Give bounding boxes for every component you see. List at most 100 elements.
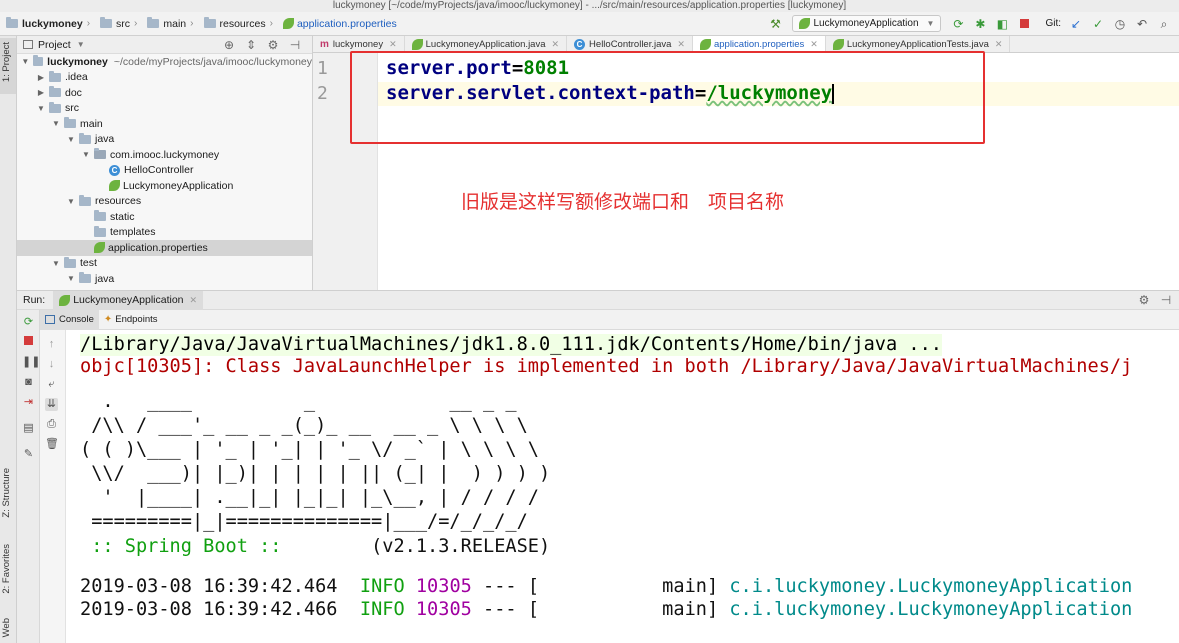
- folder-icon: [32, 55, 44, 67]
- project-view-selector[interactable]: Project: [38, 39, 71, 51]
- spring-boot-version-line: :: Spring Boot :: (v2.1.3.RELEASE): [80, 536, 551, 557]
- tree-item[interactable]: ▼ luckymoney ~/code/myProjects/java/imooc/…: [17, 54, 312, 70]
- tab-console[interactable]: Console: [40, 309, 99, 330]
- tree-item[interactable]: ▶ .idea: [17, 70, 312, 86]
- web-tool-button[interactable]: Web: [1, 618, 12, 637]
- tree-item[interactable]: ▶ doc: [17, 85, 312, 101]
- folder-icon: [94, 210, 106, 222]
- structure-tool-button[interactable]: Z: Structure: [1, 468, 12, 518]
- git-revert-icon[interactable]: ↶: [1135, 17, 1149, 31]
- project-panel-header: Project ▼ ⊕ ⇕ ⚙ ⊣: [17, 36, 312, 54]
- spring-leaf-icon: [699, 38, 711, 50]
- left-tool-strip: 1: Project Z: Structure 2: Favorites Web: [0, 36, 17, 643]
- tree-item[interactable]: static: [17, 209, 312, 225]
- editor-tab[interactable]: LuckymoneyApplicationTests.java ✕: [826, 36, 1011, 52]
- git-update-icon[interactable]: ↙: [1069, 17, 1083, 31]
- editor-tab[interactable]: m luckymoney ✕: [313, 36, 405, 52]
- chevron-down-icon[interactable]: ▼: [66, 135, 76, 144]
- chevron-right-icon[interactable]: ▶: [36, 73, 46, 82]
- arrow-down-icon[interactable]: ↓: [45, 358, 58, 371]
- run-toolbar-primary: ⟳ ❚❚ ◙ ⇥ ▤ ✎: [17, 310, 40, 643]
- gear-icon[interactable]: ⚙: [266, 38, 280, 52]
- run-configuration-select[interactable]: LuckymoneyApplication ▼: [792, 15, 942, 32]
- chevron-down-icon[interactable]: ▼: [36, 104, 46, 113]
- arrow-up-icon[interactable]: ↑: [45, 338, 58, 351]
- layout-icon[interactable]: ▤: [22, 422, 35, 435]
- tree-item[interactable]: templates: [17, 225, 312, 241]
- close-icon[interactable]: ✕: [677, 39, 685, 50]
- tree-item[interactable]: ▼ test: [17, 256, 312, 272]
- git-history-icon[interactable]: ◷: [1113, 17, 1127, 31]
- spring-class-icon: [799, 18, 811, 29]
- locate-icon[interactable]: ⊕: [222, 38, 236, 52]
- project-tool-button[interactable]: 1: Project: [1, 42, 12, 82]
- highlight-box: [350, 51, 985, 144]
- close-icon[interactable]: ✕: [190, 295, 198, 306]
- tree-item-label: java: [95, 133, 115, 146]
- hide-panel-icon[interactable]: ⊣: [288, 38, 302, 52]
- navigation-bar: luckymoney › src › main › resources › applic…: [0, 12, 1179, 36]
- pin-icon[interactable]: ✎: [22, 448, 35, 461]
- annotation-text: 旧版是这样写额修改端口和 项目名称: [461, 191, 785, 213]
- collapse-icon[interactable]: ⇕: [244, 38, 258, 52]
- chevron-right-icon[interactable]: ▶: [36, 88, 46, 97]
- tree-item[interactable]: ▼ java: [17, 271, 312, 287]
- tree-item[interactable]: ▼ main: [17, 116, 312, 132]
- exit-icon[interactable]: ⇥: [22, 396, 35, 409]
- coverage-icon[interactable]: ◧: [995, 17, 1009, 31]
- hide-panel-icon[interactable]: ⊣: [1159, 293, 1173, 307]
- git-commit-icon[interactable]: ✓: [1091, 17, 1105, 31]
- stop-icon[interactable]: [22, 336, 35, 349]
- banner-line: /\\ / ___'_ __ _ _(_)_ __ __ _ \ \ \ \: [80, 415, 528, 436]
- debug-icon[interactable]: ✱: [973, 17, 987, 31]
- tree-item[interactable]: C HelloController: [17, 163, 312, 179]
- rerun-icon[interactable]: ⟳: [22, 316, 35, 329]
- breadcrumb-src[interactable]: src ›: [94, 17, 141, 30]
- tab-endpoints[interactable]: ✦ Endpoints: [99, 310, 163, 330]
- tree-item[interactable]: ▼ resources: [17, 194, 312, 210]
- scroll-to-end-icon[interactable]: ⇊: [45, 398, 58, 411]
- close-icon[interactable]: ✕: [389, 39, 397, 50]
- tree-item[interactable]: ▼ com.imooc.luckymoney: [17, 147, 312, 163]
- close-icon[interactable]: ✕: [810, 39, 818, 50]
- chevron-down-icon[interactable]: ▼: [51, 119, 61, 128]
- chevron-down-icon[interactable]: ▼: [81, 150, 91, 159]
- editor-tab[interactable]: C HelloController.java ✕: [567, 36, 693, 52]
- console-output[interactable]: /Library/Java/JavaVirtualMachines/jdk1.8…: [66, 330, 1179, 643]
- tree-item[interactable]: ▼ java: [17, 132, 312, 148]
- editor-tab[interactable]: LuckymoneyApplication.java ✕: [405, 36, 568, 52]
- tree-item[interactable]: LuckymoneyApplication: [17, 178, 312, 194]
- trash-icon[interactable]: 🗑: [45, 438, 59, 451]
- folder-icon: [79, 194, 91, 206]
- breadcrumb-file[interactable]: application.properties: [277, 18, 401, 30]
- tree-item[interactable]: ▼ src: [17, 101, 312, 117]
- gear-icon[interactable]: ⚙: [1137, 293, 1151, 307]
- tree-item-label: HelloController: [124, 164, 194, 177]
- tree-item-path: ~/code/myProjects/java/imooc/luckymoney: [113, 55, 312, 68]
- pause-icon[interactable]: ❚❚: [22, 356, 40, 369]
- chevron-down-icon[interactable]: ▼: [51, 259, 61, 268]
- tree-item[interactable]: application.properties: [17, 240, 312, 256]
- build-hammer-icon[interactable]: ⚒: [768, 17, 782, 31]
- folder-icon: [94, 225, 106, 237]
- soft-wrap-icon[interactable]: ⤶: [45, 378, 58, 391]
- rerun-icon[interactable]: ⟳: [951, 17, 965, 31]
- close-icon[interactable]: ✕: [995, 39, 1003, 50]
- chevron-down-icon[interactable]: ▼: [77, 40, 85, 49]
- breadcrumb-main[interactable]: main ›: [141, 17, 197, 30]
- run-tab-luckymoney[interactable]: LuckymoneyApplication ✕: [53, 290, 204, 310]
- stop-icon[interactable]: [1017, 17, 1031, 31]
- print-icon[interactable]: ⎙: [45, 418, 58, 431]
- breadcrumb-project[interactable]: luckymoney ›: [0, 17, 94, 30]
- search-icon[interactable]: ⌕: [1157, 17, 1171, 31]
- spring-leaf-icon: [94, 242, 105, 254]
- favorites-tool-button[interactable]: 2: Favorites: [1, 544, 12, 594]
- line-number: 2: [317, 83, 328, 104]
- editor-tab[interactable]: application.properties ✕: [692, 36, 826, 52]
- chevron-down-icon[interactable]: ▼: [21, 57, 30, 66]
- chevron-down-icon[interactable]: ▼: [66, 197, 76, 206]
- breadcrumb-resources[interactable]: resources ›: [198, 17, 277, 30]
- chevron-down-icon[interactable]: ▼: [66, 274, 76, 283]
- close-icon[interactable]: ✕: [552, 39, 560, 50]
- camera-icon[interactable]: ◙: [22, 376, 35, 389]
